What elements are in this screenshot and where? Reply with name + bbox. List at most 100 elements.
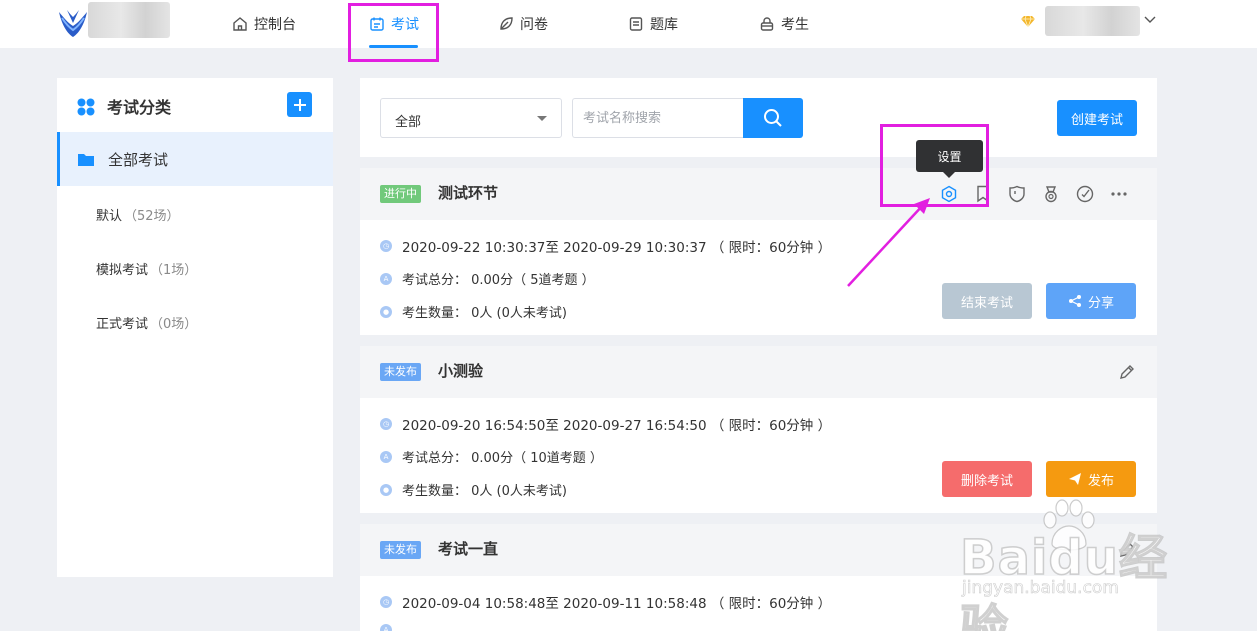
exam-title[interactable]: 考试一直 — [438, 538, 498, 559]
user-name-blurred[interactable] — [1045, 6, 1140, 36]
nav-students-label: 考生 — [781, 17, 809, 33]
status-badge: 未发布 — [380, 541, 421, 559]
add-category-button[interactable] — [287, 92, 312, 117]
nav-question-bank[interactable]: 题库 — [628, 0, 678, 48]
settings-tooltip: 设置 — [916, 140, 983, 172]
sidebar-item-mock-exam[interactable]: 模拟考试 （1场） — [96, 259, 197, 278]
sidebar-item-default[interactable]: 默认 （52场） — [96, 205, 180, 224]
exam-score-row-partial: A — [380, 624, 402, 631]
lock-user-icon — [760, 17, 774, 31]
tooltip-arrow — [943, 172, 955, 178]
leaf-icon — [500, 17, 513, 30]
exam-card-header: 未发布 小测验 — [360, 346, 1157, 398]
settings-icon[interactable] — [940, 185, 958, 203]
org-name-blurred — [88, 2, 170, 38]
share-label: 分享 — [1087, 295, 1114, 311]
exam-students-row: ● 考生数量： 0人 (0人未考试) — [380, 480, 567, 499]
exam-date: 2020-09-20 16:54:50至 2020-09-27 16:54:50… — [402, 418, 832, 434]
sidebar-item-label: 模拟考试 — [96, 263, 149, 278]
sidebar-header: 考试分类 — [57, 78, 333, 132]
score-icon: A — [380, 272, 392, 285]
sidebar-item-count: （52场） — [124, 209, 180, 224]
status-badge: 未发布 — [380, 363, 421, 381]
nav-exam[interactable]: 考试 — [369, 0, 419, 48]
status-badge: 进行中 — [380, 185, 421, 203]
more-icon[interactable] — [1110, 185, 1128, 203]
sidebar-item-formal-exam[interactable]: 正式考试 （0场） — [96, 313, 197, 332]
nav-students[interactable]: 考生 — [759, 0, 809, 48]
user-icon: ● — [380, 305, 392, 318]
exam-score: 考试总分： 0.00分（ 5道考题 ） — [402, 273, 595, 288]
delete-exam-label: 删除考试 — [960, 473, 1013, 489]
publish-button[interactable]: 发布 — [1046, 461, 1136, 497]
bookmark-icon[interactable] — [975, 185, 991, 203]
category-sidebar: 考试分类 全部考试 默认 （52场） 模拟考试 （1场） 正式考试 （0场） — [57, 78, 333, 577]
nav-exam-label: 考试 — [391, 17, 419, 33]
exam-card-header: 进行中 测试环节 — [360, 168, 1157, 220]
medal-icon[interactable] — [1042, 185, 1060, 203]
exam-date-row: ◷ 2020-09-20 16:54:50至 2020-09-27 16:54:5… — [380, 414, 831, 434]
app-logo[interactable] — [56, 6, 90, 40]
vip-diamond-icon — [1021, 15, 1035, 27]
exam-date-row: ◷ 2020-09-04 10:58:48至 2020-09-11 10:58:4… — [380, 592, 831, 612]
exam-score-row: A 考试总分： 0.00分（ 5道考题 ） — [380, 269, 595, 288]
nav-console-label: 控制台 — [254, 17, 296, 33]
edit-pencil-icon[interactable] — [1118, 363, 1136, 381]
exam-date: 2020-09-22 10:30:37至 2020-09-29 10:30:37… — [402, 240, 832, 256]
edit-pencil-icon[interactable] — [1118, 541, 1136, 559]
share-button[interactable]: 分享 — [1046, 283, 1136, 319]
exam-students-row: ● 考生数量： 0人 (0人未考试) — [380, 302, 567, 321]
search-button[interactable] — [743, 98, 803, 138]
send-icon — [1068, 473, 1081, 485]
active-tab-underline — [369, 45, 418, 48]
plus-icon — [293, 98, 306, 111]
nav-survey[interactable]: 问卷 — [498, 0, 548, 48]
exam-date: 2020-09-04 10:58:48至 2020-09-11 10:58:48… — [402, 596, 832, 612]
exam-toolbar: 全部 创建考试 — [360, 78, 1157, 157]
end-exam-label: 结束考试 — [960, 295, 1013, 311]
sidebar-item-count: （0场） — [150, 317, 198, 332]
nav-console[interactable]: 控制台 — [232, 0, 296, 48]
search-icon — [764, 109, 782, 127]
exam-card: 进行中 测试环节 ◷ 2020-09-22 10:30:37至 2020-09-2… — [360, 168, 1157, 335]
score-icon: A — [380, 624, 392, 631]
exam-title[interactable]: 小测验 — [438, 360, 483, 381]
clock-icon: ◷ — [380, 240, 392, 252]
create-exam-button[interactable]: 创建考试 — [1057, 100, 1137, 136]
end-exam-button[interactable]: 结束考试 — [942, 283, 1032, 319]
sidebar-title: 考试分类 — [107, 98, 172, 117]
annotation-arrow — [847, 198, 930, 287]
shield-icon[interactable] — [1008, 185, 1026, 203]
caret-down-icon — [537, 116, 547, 121]
delete-exam-button[interactable]: 删除考试 — [942, 461, 1032, 497]
score-icon: A — [380, 450, 392, 463]
share-icon — [1068, 295, 1081, 307]
exam-date-row: ◷ 2020-09-22 10:30:37至 2020-09-29 10:30:3… — [380, 236, 831, 256]
calendar-icon — [370, 17, 384, 31]
category-select-value: 全部 — [395, 115, 422, 130]
exam-score-row: A 考试总分： 0.00分（ 10道考题 ） — [380, 447, 603, 466]
sidebar-item-all-exams[interactable]: 全部考试 — [57, 132, 333, 186]
exam-students: 考生数量： 0人 (0人未考试) — [402, 306, 567, 321]
exam-card: 未发布 考试一直 ◷ 2020-09-04 10:58:48至 2020-09-1… — [360, 524, 1157, 631]
category-grid-icon — [77, 98, 95, 116]
clock-icon: ◷ — [380, 418, 392, 430]
user-icon: ● — [380, 483, 392, 496]
check-circle-icon[interactable] — [1076, 185, 1094, 203]
sidebar-item-all-exams-label: 全部考试 — [108, 151, 169, 169]
sidebar-item-label: 正式考试 — [96, 317, 149, 332]
exam-title[interactable]: 测试环节 — [438, 182, 498, 203]
folder-icon — [78, 154, 94, 166]
publish-label: 发布 — [1087, 473, 1114, 489]
exam-students: 考生数量： 0人 (0人未考试) — [402, 484, 567, 499]
nav-survey-label: 问卷 — [520, 17, 548, 33]
home-icon — [233, 17, 247, 31]
top-nav-bar: 控制台 考试 问卷 题库 考生 — [0, 0, 1257, 48]
clock-icon: ◷ — [380, 596, 392, 608]
exam-search-input[interactable] — [572, 98, 744, 138]
sidebar-item-label: 默认 — [96, 209, 123, 224]
nav-question-bank-label: 题库 — [650, 17, 678, 33]
exam-card-header: 未发布 考试一直 — [360, 524, 1157, 576]
chevron-down-icon[interactable] — [1143, 13, 1157, 27]
category-select[interactable]: 全部 — [380, 98, 562, 138]
